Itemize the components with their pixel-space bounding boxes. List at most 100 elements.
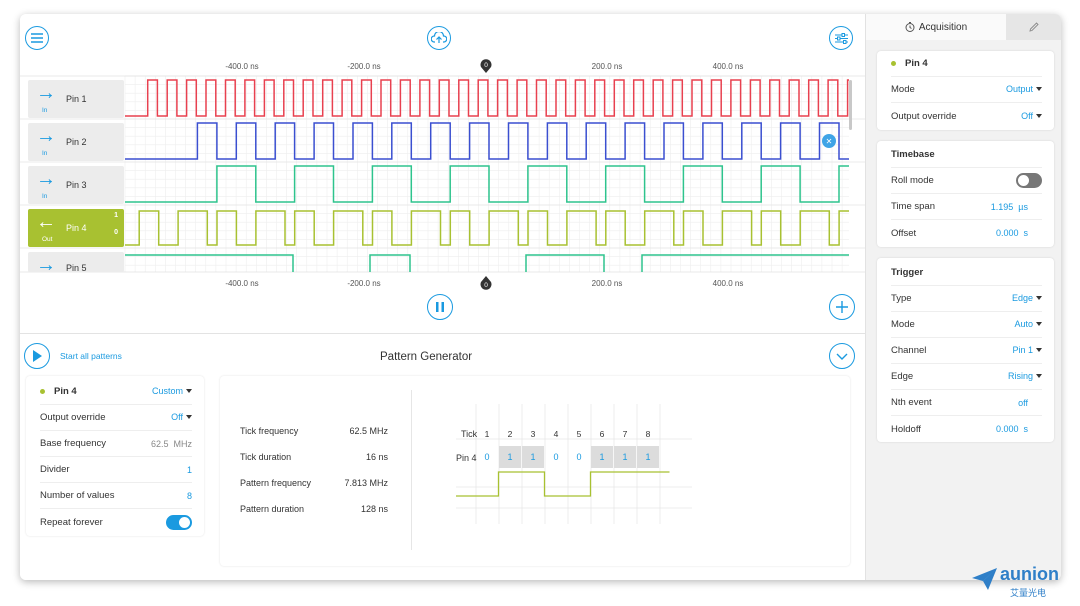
pin-direction: In <box>42 193 48 200</box>
pin-5-waveform <box>125 254 849 272</box>
time-axis-bottom-label: 200.0 ns <box>591 279 623 288</box>
repeat-forever-row: Repeat forever <box>40 509 192 535</box>
time-axis-bottom-label: -200.0 ns <box>347 279 381 288</box>
holdoff-input[interactable]: 0.000 s <box>996 424 1028 434</box>
trigger-channel-select[interactable]: Pin 1 <box>1012 345 1042 356</box>
output-override-select[interactable]: Off <box>171 412 192 423</box>
waveform-scrollbar[interactable] <box>849 80 852 130</box>
pin-card-5[interactable]: → Pin 5 <box>28 252 124 272</box>
pin-4-waveform <box>125 210 849 246</box>
waveform-plot[interactable] <box>20 14 865 314</box>
pin-card-1[interactable]: → In Pin 1 <box>28 80 124 118</box>
number-of-values-input[interactable]: 8 <box>187 491 192 501</box>
pin-direction: In <box>42 150 48 157</box>
pattern-preset-select[interactable]: Custom <box>152 386 192 397</box>
caret-down-icon <box>1036 374 1042 379</box>
pin-name: Pin 2 <box>66 137 87 147</box>
pin-properties-card: Pin 4 Mode Output Output override Off <box>877 51 1054 130</box>
tick-value-cell[interactable]: 1 <box>614 446 636 468</box>
pattern-settings-card: Pin 4 Custom Output override Off Base fr… <box>26 376 204 536</box>
time-span-input[interactable]: 1.195 µs <box>991 202 1028 212</box>
caret-down-icon <box>1036 322 1042 327</box>
time-span-row: Time span 1.195 µs <box>891 194 1042 220</box>
tab-edit[interactable] <box>1006 14 1061 40</box>
pause-icon <box>436 302 444 312</box>
pattern-generator-title: Pattern Generator <box>380 351 473 363</box>
arrow-right-icon: → <box>36 82 56 104</box>
trigger-edge-row: Edge Rising <box>891 364 1042 390</box>
play-all-button[interactable] <box>24 343 50 369</box>
trigger-edge-select[interactable]: Rising <box>1008 371 1042 382</box>
caret-down-icon <box>1036 296 1042 301</box>
tick-value-cell[interactable]: 0 <box>568 446 590 468</box>
arrow-right-icon: → <box>36 125 56 147</box>
arrow-left-icon: ← <box>36 211 56 233</box>
caret-down-icon <box>1036 87 1042 92</box>
add-channel-button[interactable] <box>829 294 855 320</box>
arrow-right-icon: → <box>36 254 56 272</box>
base-frequency-value: 62.5 MHz <box>150 438 192 449</box>
pin-name: Pin 5 <box>66 263 87 272</box>
info-value: 7.813 MHz <box>344 478 388 488</box>
pin-direction: In <box>42 107 48 114</box>
pin-properties-header: Pin 4 <box>891 51 1042 77</box>
caret-down-icon <box>1036 113 1042 118</box>
tab-acquisition[interactable]: Acquisition <box>866 14 1006 40</box>
output-override-row: Output override Off <box>40 405 192 431</box>
close-icon: ✕ <box>825 136 833 146</box>
pin-output-override-row: Output override Off <box>891 103 1042 129</box>
info-value: 16 ns <box>365 452 388 462</box>
tick-value-cell[interactable]: 0 <box>476 446 498 468</box>
logo-subtext: 艾量光电 <box>1010 589 1047 599</box>
tick-number: 7 <box>622 429 628 439</box>
pause-button[interactable] <box>427 294 453 320</box>
trigger-type-select[interactable]: Edge <box>1012 293 1042 304</box>
tick-value-cell[interactable]: 0 <box>545 446 567 468</box>
divider-input[interactable]: 1 <box>187 465 192 475</box>
info-label: Pattern duration <box>240 504 305 514</box>
trigger-mode-select[interactable]: Auto <box>1014 319 1042 330</box>
pencil-icon <box>1029 22 1039 32</box>
pin-name: Pin 1 <box>66 94 87 104</box>
pin-row-label: Pin 4 <box>456 453 477 463</box>
collapse-button[interactable] <box>829 343 855 369</box>
start-all-patterns-link[interactable]: Start all patterns <box>60 351 122 361</box>
pin-output-override-select[interactable]: Off <box>1021 111 1042 122</box>
tick-value-cell[interactable]: 1 <box>499 446 521 468</box>
info-label: Pattern frequency <box>240 478 312 488</box>
pin-card-3[interactable]: → In Pin 3 <box>28 166 124 204</box>
tick-value-cell[interactable]: 1 <box>522 446 544 468</box>
tick-number: 1 <box>484 429 490 439</box>
app-window: -400.0 ns -200.0 ns 200.0 ns 400.0 ns 0 … <box>20 14 1061 580</box>
remove-channel-button[interactable]: ✕ <box>822 134 836 148</box>
base-frequency-row: Base frequency 62.5 MHz <box>40 431 192 457</box>
plus-icon <box>836 301 848 313</box>
offset-input[interactable]: 0.000 s <box>996 228 1028 238</box>
nth-event-input[interactable]: off <box>1018 398 1028 408</box>
info-label: Tick frequency <box>240 426 299 436</box>
tick-value-cell[interactable]: 1 <box>637 446 659 468</box>
roll-mode-toggle[interactable] <box>1016 173 1042 188</box>
offset-row: Offset 0.000 s <box>891 227 1028 239</box>
info-value: 62.5 MHz <box>349 426 388 436</box>
pin-name: Pin 3 <box>66 180 87 190</box>
chevron-down-icon <box>836 353 848 360</box>
tick-value-cell[interactable]: 1 <box>591 446 613 468</box>
nth-event-row: Nth event off <box>891 390 1042 416</box>
pin-mode-select[interactable]: Output <box>1006 84 1042 95</box>
section-divider <box>20 333 865 334</box>
repeat-forever-toggle[interactable] <box>166 514 192 530</box>
pin-mode-row: Mode Output <box>891 77 1042 103</box>
clock-icon <box>905 22 915 32</box>
tick-number: 3 <box>530 429 536 439</box>
pattern-info-card: Tick frequency 62.5 MHz Tick duration 16… <box>220 376 850 566</box>
trigger-header: Trigger <box>891 260 1042 286</box>
trigger-marker-bottom[interactable]: 0 <box>480 276 492 291</box>
pin-direction: Out <box>42 236 53 243</box>
pin-card-4[interactable]: ← Out Pin 4 1 0 <box>28 209 124 247</box>
pin-high-level: 1 <box>114 212 118 219</box>
number-of-values-row: Number of values 8 <box>40 483 192 509</box>
pin-card-2[interactable]: → In Pin 2 <box>28 123 124 161</box>
pin-low-level: 0 <box>114 229 118 236</box>
info-label: Tick duration <box>240 452 292 462</box>
